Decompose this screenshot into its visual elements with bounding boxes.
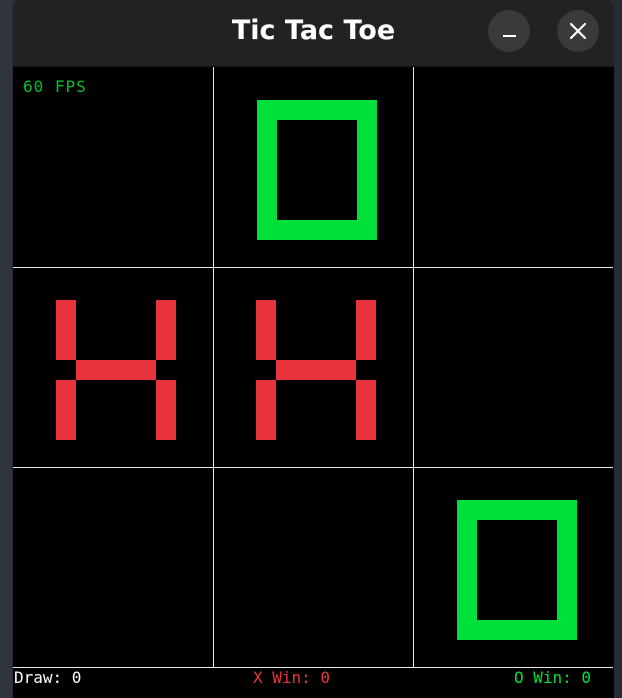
board-cell[interactable] [213, 467, 413, 667]
score-bar: Draw: 0 X Win: 0 O Win: 0 [13, 667, 613, 698]
x-mark [56, 300, 176, 440]
minimize-icon [503, 35, 516, 37]
fps-counter: 60 FPS [23, 77, 87, 96]
grid-line [413, 67, 414, 667]
board-cell[interactable] [213, 67, 413, 267]
grid-line [13, 267, 613, 268]
board-cell[interactable] [13, 67, 213, 267]
close-icon [570, 23, 586, 39]
board-cell[interactable] [413, 267, 613, 467]
close-button[interactable] [557, 10, 599, 52]
title-bar[interactable]: Tic Tac Toe [13, 0, 614, 67]
game-board: 60 FPS [13, 67, 613, 667]
x-mark [256, 300, 376, 440]
o-win-count: O Win: 0 [513, 668, 591, 687]
board-cell[interactable] [413, 467, 613, 667]
grid-line [213, 67, 214, 667]
o-mark [457, 500, 577, 640]
grid-line [13, 467, 613, 468]
board-cell[interactable] [213, 267, 413, 467]
draw-count: Draw: 0 [14, 668, 82, 687]
o-mark [257, 100, 377, 240]
board-cell[interactable] [13, 467, 213, 667]
x-win-count: X Win: 0 [253, 668, 331, 687]
game-window: Tic Tac Toe 60 FPS Draw: 0 X Win: 0 O Wi… [13, 0, 614, 698]
desktop-background [0, 0, 12, 698]
board-cell[interactable] [13, 267, 213, 467]
board-cell[interactable] [413, 67, 613, 267]
desktop-background-right [614, 0, 622, 698]
minimize-button[interactable] [488, 10, 530, 52]
